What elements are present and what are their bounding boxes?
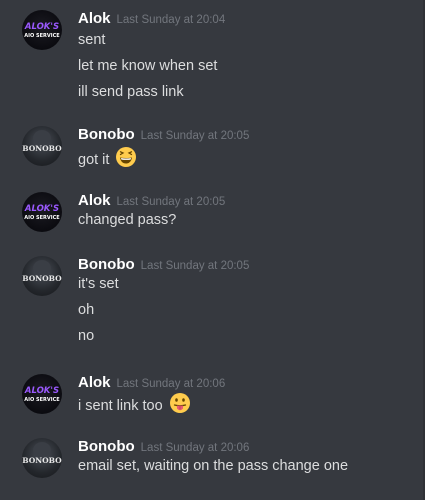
grinning-squinting-face-emoji-icon xyxy=(115,146,137,174)
username[interactable]: Alok xyxy=(78,374,111,391)
message-header: Bonobo Last Sunday at 20:05 xyxy=(78,124,249,146)
message-text: sent xyxy=(78,32,106,48)
message-text: changed pass? xyxy=(78,212,177,228)
chat-message-list: ALOK'S AIO SERVICE Alok Last Sunday at 20… xyxy=(0,0,425,500)
user-avatar[interactable]: ALOK'S AIO SERVICE xyxy=(22,374,62,414)
message-text: no xyxy=(78,328,95,344)
message-text: it's set xyxy=(78,276,119,292)
message-text: ill send pass link xyxy=(78,84,184,100)
username[interactable]: Alok xyxy=(78,10,111,27)
username[interactable]: Bonobo xyxy=(78,438,135,455)
user-avatar[interactable]: ALOK'S AIO SERVICE xyxy=(22,192,62,232)
message-timestamp: Last Sunday at 20:06 xyxy=(140,442,250,454)
avatar-logo-text: BONOBO xyxy=(22,456,62,465)
message-text: let me know when set xyxy=(78,58,218,74)
message-header: Alok Last Sunday at 20:04 xyxy=(78,8,225,30)
avatar-logo-text: ALOK'S xyxy=(24,22,59,32)
message-text-content: i sent link too xyxy=(78,397,163,414)
message-text: i sent link too xyxy=(78,392,191,420)
user-avatar[interactable]: BONOBO xyxy=(22,126,62,166)
message-text-content: got it xyxy=(78,151,110,168)
avatar-logo-text: BONOBO xyxy=(22,144,62,153)
avatar-logo-subtext: AIO SERVICE xyxy=(24,33,60,39)
message-timestamp: Last Sunday at 20:04 xyxy=(116,14,226,26)
message-text: oh xyxy=(78,302,95,318)
user-avatar[interactable]: BONOBO xyxy=(22,438,62,478)
message-text: got it xyxy=(78,146,137,174)
aloks-aio-service-logo-icon: ALOK'S AIO SERVICE xyxy=(24,386,60,403)
message-timestamp: Last Sunday at 20:05 xyxy=(140,260,250,272)
message-header: Alok Last Sunday at 20:06 xyxy=(78,372,225,394)
user-avatar[interactable]: BONOBO xyxy=(22,256,62,296)
aloks-aio-service-logo-icon: ALOK'S AIO SERVICE xyxy=(24,22,60,39)
message-header: Alok Last Sunday at 20:05 xyxy=(78,190,225,212)
bonobo-logo-icon: BONOBO xyxy=(22,442,62,465)
avatar-logo-text: ALOK'S xyxy=(24,386,59,396)
username[interactable]: Alok xyxy=(78,192,111,209)
message-timestamp: Last Sunday at 20:05 xyxy=(116,196,226,208)
user-avatar[interactable]: ALOK'S AIO SERVICE xyxy=(22,10,62,50)
avatar-logo-text: BONOBO xyxy=(22,274,62,283)
avatar-logo-subtext: AIO SERVICE xyxy=(24,215,60,221)
message-timestamp: Last Sunday at 20:06 xyxy=(116,378,226,390)
face-with-tongue-emoji-icon xyxy=(169,392,191,420)
bonobo-logo-icon: BONOBO xyxy=(22,260,62,283)
message-header: Bonobo Last Sunday at 20:05 xyxy=(78,254,249,276)
username[interactable]: Bonobo xyxy=(78,126,135,143)
message-header: Bonobo Last Sunday at 20:06 xyxy=(78,436,249,458)
avatar-logo-subtext: AIO SERVICE xyxy=(24,397,60,403)
bonobo-logo-icon: BONOBO xyxy=(22,130,62,153)
message-timestamp: Last Sunday at 20:05 xyxy=(140,130,250,142)
username[interactable]: Bonobo xyxy=(78,256,135,273)
avatar-logo-text: ALOK'S xyxy=(24,204,59,214)
message-text: email set, waiting on the pass change on… xyxy=(78,458,349,474)
aloks-aio-service-logo-icon: ALOK'S AIO SERVICE xyxy=(24,204,60,221)
